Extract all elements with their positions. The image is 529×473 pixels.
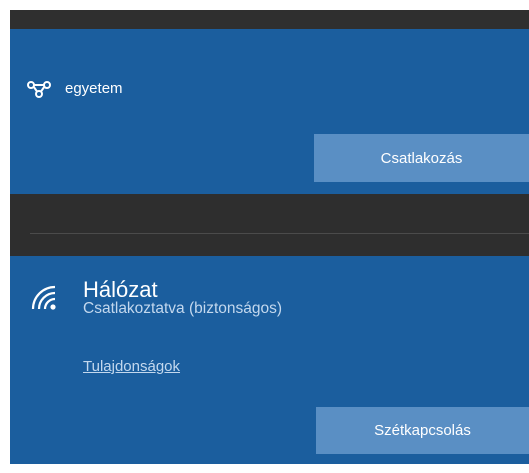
wifi-signal-icon: [31, 285, 56, 310]
network-name: egyetem: [65, 80, 123, 97]
network-hub-icon: [27, 81, 51, 98]
screenshot-frame: egyetem Csatlakozás Hálózat Csatlakoztat…: [0, 0, 529, 473]
separator-zone: [10, 194, 529, 256]
flyout-top-strip: [10, 10, 529, 29]
divider: [30, 233, 529, 234]
network-flyout: egyetem Csatlakozás Hálózat Csatlakoztat…: [10, 10, 529, 464]
disconnect-button[interactable]: Szétkapcsolás: [316, 407, 529, 454]
connection-status: Csatlakoztatva (biztonságos): [83, 300, 283, 317]
network-item-egyetem[interactable]: egyetem Csatlakozás: [10, 29, 529, 194]
connect-button[interactable]: Csatlakozás: [314, 134, 529, 182]
properties-link[interactable]: Tulajdonságok: [83, 358, 180, 375]
network-item-halozat[interactable]: Hálózat Csatlakoztatva (biztonságos) Tul…: [10, 256, 529, 464]
